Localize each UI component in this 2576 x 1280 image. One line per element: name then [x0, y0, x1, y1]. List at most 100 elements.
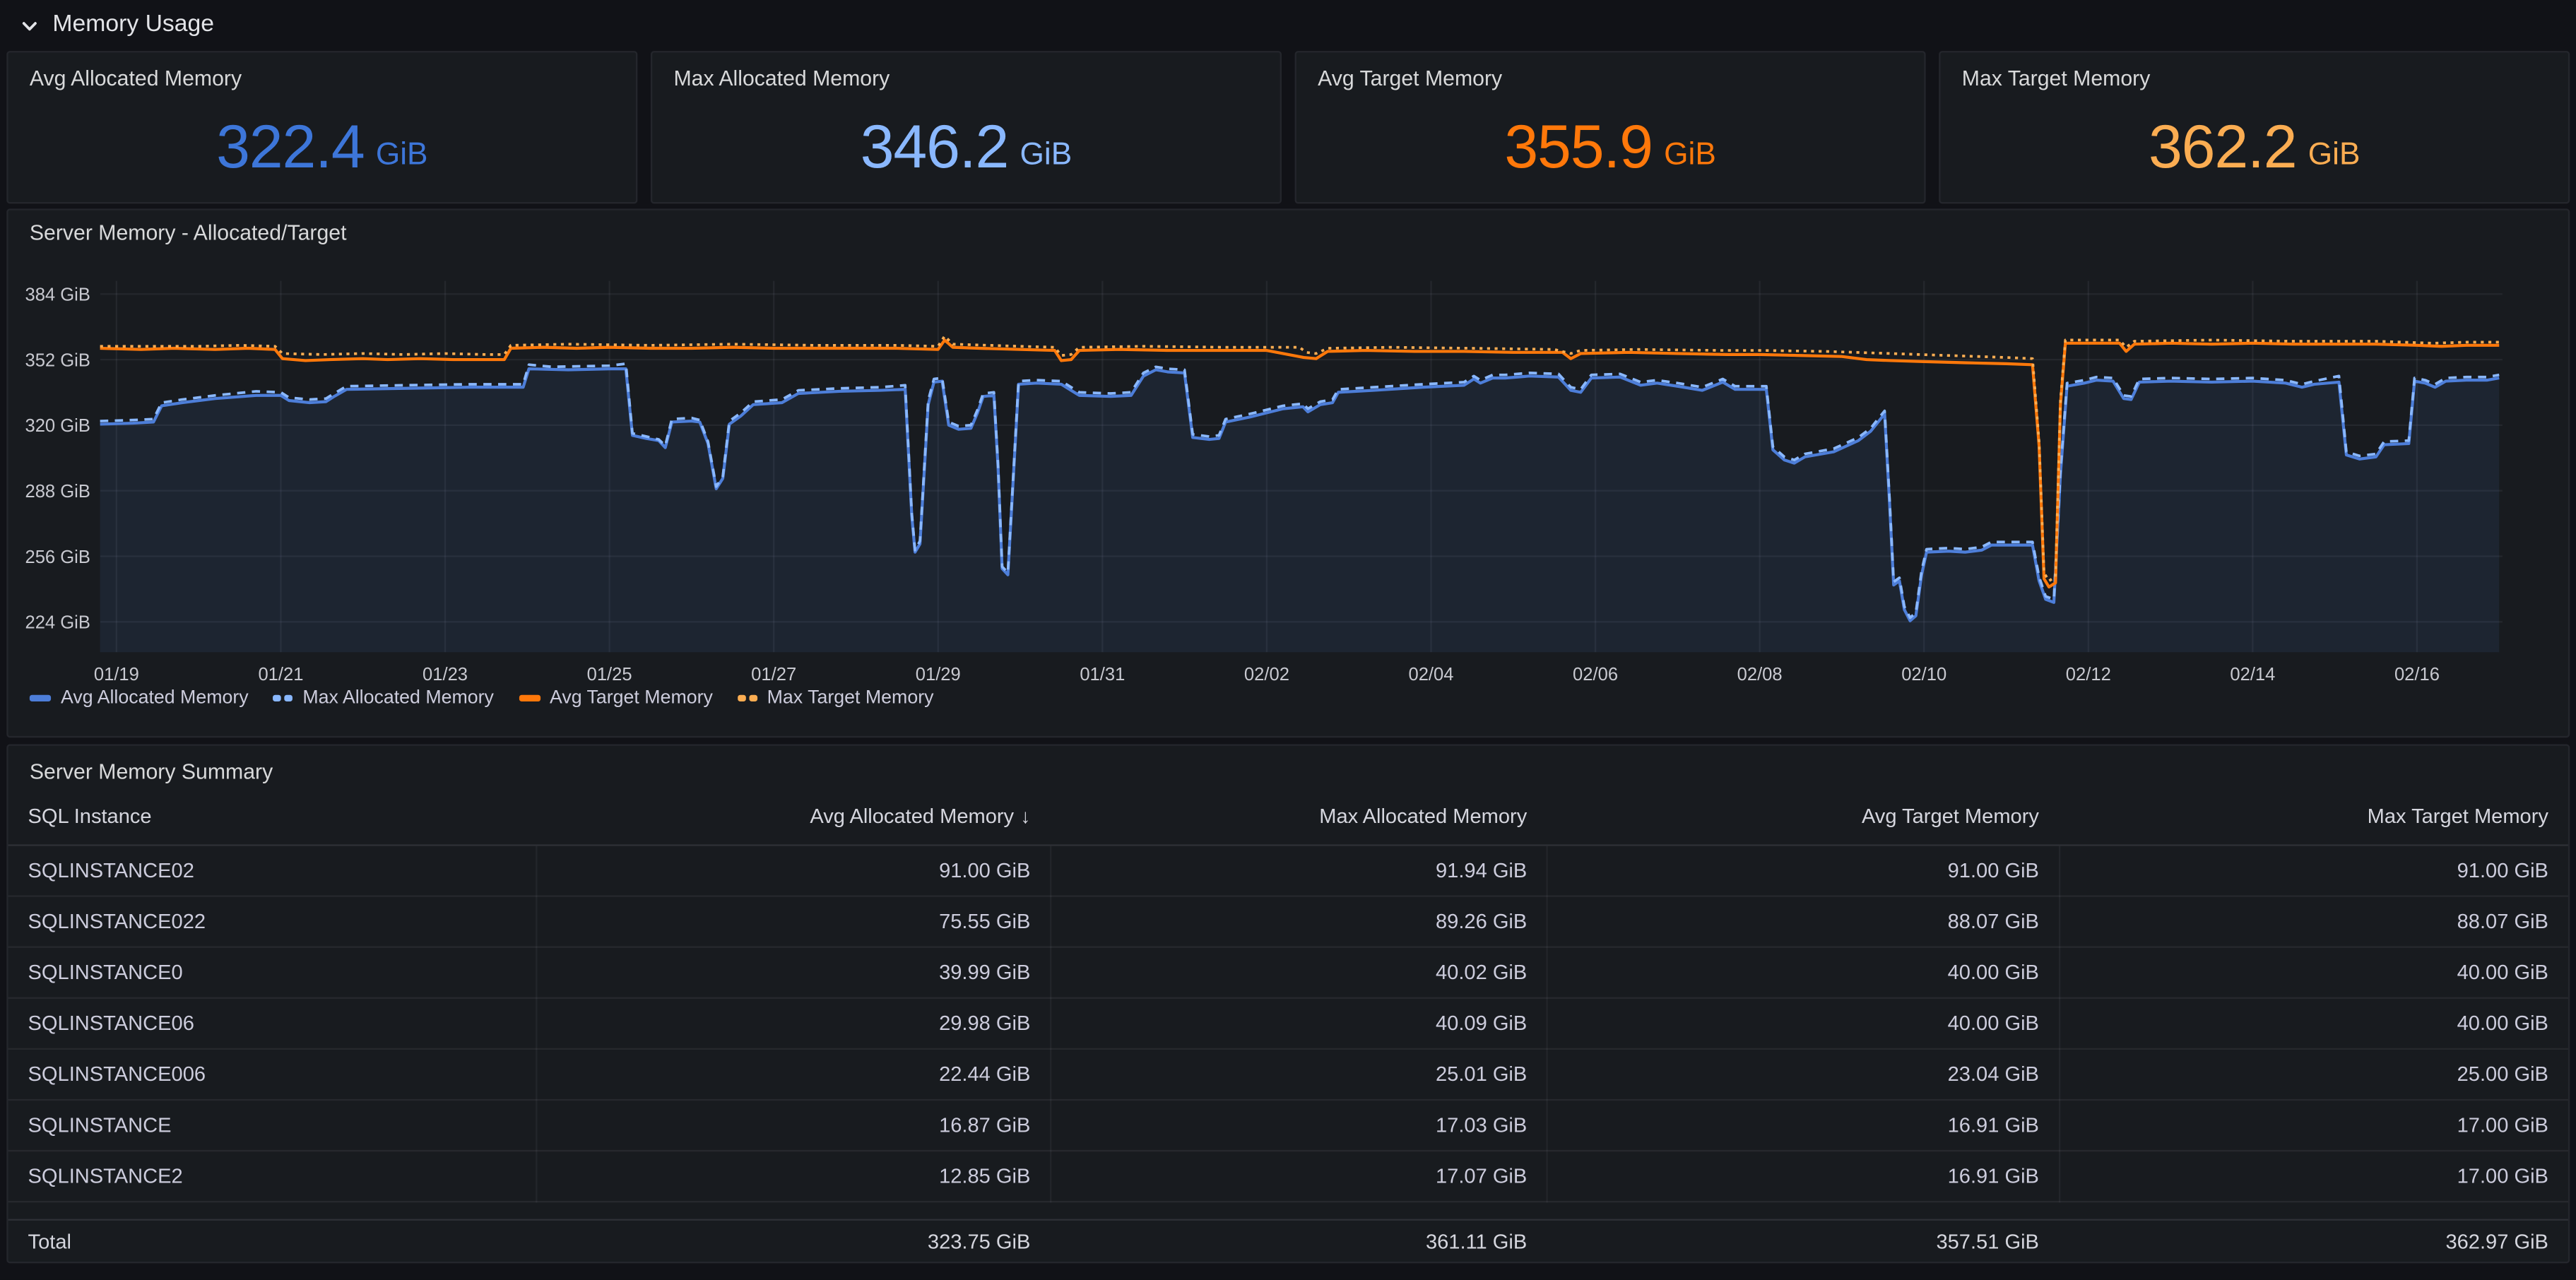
cell-sql-instance: SQLINSTANCE02 [8, 846, 536, 897]
x-axis-tick-label: 01/21 [258, 665, 303, 685]
total-value: 357.51 GiB [1547, 1230, 2059, 1253]
cell-value: 25.01 GiB [1050, 1050, 1547, 1101]
cell-value: 25.00 GiB [2059, 1050, 2568, 1101]
x-axis-tick-label: 02/06 [1573, 665, 1618, 685]
stat-value: 346.2 GiB [652, 108, 1280, 184]
table-row: SQLINSTANCE00622.44 GiB25.01 GiB23.04 Gi… [8, 1050, 2568, 1101]
table-row: SQLINSTANCE0291.00 GiB91.94 GiB91.00 GiB… [8, 846, 2568, 897]
cell-value: 40.02 GiB [1050, 948, 1547, 999]
x-axis-tick-label: 02/14 [2230, 665, 2275, 685]
cell-sql-instance: SQLINSTANCE0 [8, 948, 536, 999]
cell-value: 40.09 GiB [1050, 999, 1547, 1050]
x-axis-tick-label: 02/02 [1244, 665, 1289, 685]
stat-title[interactable]: Max Target Memory [1962, 66, 2151, 90]
cell-value: 16.91 GiB [1547, 1151, 2059, 1202]
x-axis-tick-label: 01/19 [94, 665, 139, 685]
legend-item[interactable]: Avg Target Memory [519, 688, 713, 708]
column-header[interactable]: Avg Allocated Memory↓ [536, 805, 1050, 829]
cell-sql-instance: SQLINSTANCE2 [8, 1151, 536, 1202]
x-axis-tick-label: 02/08 [1737, 665, 1783, 685]
column-header[interactable]: Max Allocated Memory [1050, 805, 1547, 829]
table-title[interactable]: Server Memory Summary [30, 759, 273, 783]
stat-title[interactable]: Avg Allocated Memory [30, 66, 242, 90]
x-axis-tick-label: 02/04 [1408, 665, 1453, 685]
legend-series-marker [519, 695, 540, 701]
legend-label: Max Allocated Memory [302, 688, 494, 708]
legend-series-marker [30, 695, 51, 701]
y-axis-tick-label: 320 GiB [25, 416, 90, 436]
stat-title[interactable]: Max Allocated Memory [673, 66, 890, 90]
x-axis-tick-label: 01/23 [423, 665, 468, 685]
legend-label: Avg Allocated Memory [61, 688, 249, 708]
table-row: SQLINSTANCE039.99 GiB40.02 GiB40.00 GiB4… [8, 948, 2568, 999]
stat-title[interactable]: Avg Target Memory [1318, 66, 1502, 90]
legend-item[interactable]: Max Allocated Memory [273, 688, 494, 708]
legend-item[interactable]: Avg Allocated Memory [30, 688, 249, 708]
table-row: SQLINSTANCE0629.98 GiB40.09 GiB40.00 GiB… [8, 999, 2568, 1050]
legend-series-marker [273, 695, 293, 701]
cell-value: 12.85 GiB [536, 1151, 1050, 1202]
cell-value: 91.00 GiB [1547, 846, 2059, 897]
total-value: 361.11 GiB [1050, 1230, 1547, 1253]
stat-value: 355.9 GiB [1296, 108, 1924, 184]
cell-value: 17.03 GiB [1050, 1101, 1547, 1151]
stat-panel-avg-allocated: Avg Allocated Memory 322.4 GiB [6, 51, 637, 203]
legend-label: Max Target Memory [767, 688, 934, 708]
column-header[interactable]: SQL Instance [8, 805, 536, 829]
column-header[interactable]: Avg Target Memory [1547, 805, 2059, 829]
row-title: Memory Usage [52, 11, 214, 37]
stat-number: 355.9 [1504, 117, 1653, 177]
dashboard: Memory Usage Avg Allocated Memory 322.4 … [0, 0, 2576, 1280]
cell-value: 88.07 GiB [1547, 897, 2059, 948]
sort-desc-icon: ↓ [1020, 805, 1030, 829]
y-axis-tick-label: 384 GiB [25, 285, 90, 305]
total-label: Total [8, 1230, 536, 1253]
table-panel: Server Memory Summary SQL InstanceAvg Al… [6, 744, 2570, 1263]
table-row: SQLINSTANCE212.85 GiB17.07 GiB16.91 GiB1… [8, 1151, 2568, 1202]
chart-title[interactable]: Server Memory - Allocated/Target [30, 220, 347, 245]
x-axis-tick-label: 02/12 [2066, 665, 2111, 685]
cell-value: 23.04 GiB [1547, 1050, 2059, 1101]
cell-value: 22.44 GiB [536, 1050, 1050, 1101]
stat-panel-max-target: Max Target Memory 362.2 GiB [1939, 51, 2570, 203]
cell-value: 88.07 GiB [2059, 897, 2568, 948]
column-header[interactable]: Max Target Memory [2059, 805, 2568, 829]
row-header-memory-usage[interactable]: Memory Usage [20, 6, 214, 42]
y-axis-tick-label: 224 GiB [25, 613, 90, 633]
cell-value: 91.00 GiB [2059, 846, 2568, 897]
stat-unit: GiB [376, 139, 428, 170]
stat-number: 362.2 [2149, 117, 2297, 177]
total-value: 323.75 GiB [536, 1230, 1050, 1253]
cell-value: 17.07 GiB [1050, 1151, 1547, 1202]
cell-sql-instance: SQLINSTANCE006 [8, 1050, 536, 1101]
cell-sql-instance: SQLINSTANCE022 [8, 897, 536, 948]
total-value: 362.97 GiB [2059, 1230, 2568, 1253]
cell-value: 40.00 GiB [1547, 948, 2059, 999]
cell-value: 89.26 GiB [1050, 897, 1547, 948]
chevron-down-icon [20, 15, 40, 35]
cell-value: 16.87 GiB [536, 1101, 1050, 1151]
cell-value: 17.00 GiB [2059, 1151, 2568, 1202]
cell-value: 40.00 GiB [2059, 948, 2568, 999]
stat-unit: GiB [1664, 139, 1716, 170]
y-axis-tick-label: 352 GiB [25, 350, 90, 370]
x-axis-tick-label: 01/27 [751, 665, 796, 685]
stat-unit: GiB [1020, 139, 1073, 170]
stat-unit: GiB [2308, 139, 2361, 170]
table-body: SQLINSTANCE0291.00 GiB91.94 GiB91.00 GiB… [8, 846, 2568, 1203]
x-axis-tick-label: 01/25 [587, 665, 632, 685]
y-axis-tick-label: 256 GiB [25, 547, 90, 567]
table-row: SQLINSTANCE16.87 GiB17.03 GiB16.91 GiB17… [8, 1101, 2568, 1151]
stat-value: 362.2 GiB [1941, 108, 2568, 184]
chart-plot-area[interactable] [100, 281, 2503, 653]
stat-number: 346.2 [861, 117, 1009, 177]
cell-value: 17.00 GiB [2059, 1101, 2568, 1151]
y-axis-tick-label: 288 GiB [25, 482, 90, 502]
stat-value: 322.4 GiB [8, 108, 636, 184]
cell-value: 40.00 GiB [1547, 999, 2059, 1050]
timeseries-panel: Server Memory - Allocated/Target 384 GiB… [6, 208, 2570, 737]
legend-item[interactable]: Max Target Memory [738, 688, 934, 708]
cell-value: 75.55 GiB [536, 897, 1050, 948]
cell-value: 29.98 GiB [536, 999, 1050, 1050]
stat-panel-max-allocated: Max Allocated Memory 346.2 GiB [651, 51, 1282, 203]
